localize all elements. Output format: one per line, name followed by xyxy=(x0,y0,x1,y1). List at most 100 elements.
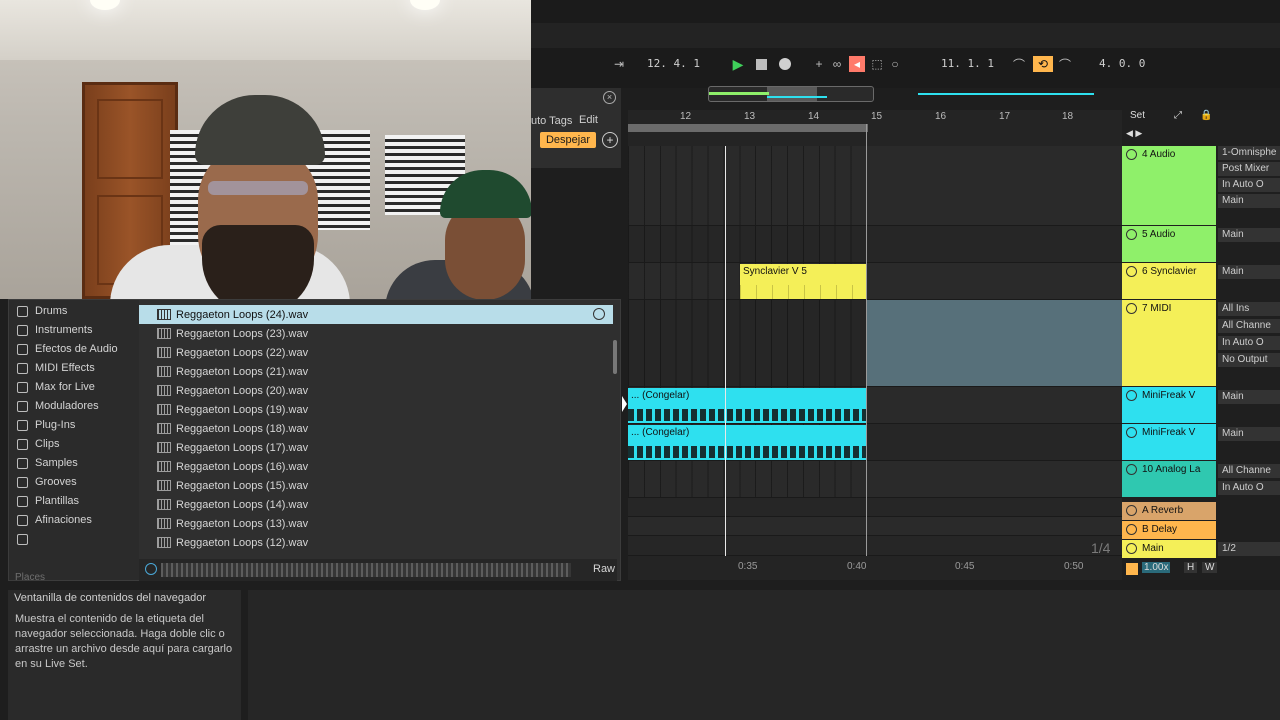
arrow-left-icon[interactable]: ◀ ▶ xyxy=(1126,128,1142,139)
track-header-10-analog[interactable]: 10 Analog La xyxy=(1122,461,1216,497)
track-header-6-synclavier[interactable]: 6 Synclavier xyxy=(1122,263,1216,299)
preview-play-icon[interactable] xyxy=(145,563,157,575)
clip-congelar-1[interactable]: ... (Congelar) xyxy=(628,388,866,423)
place-grooves[interactable]: Grooves xyxy=(17,474,77,490)
file-row[interactable]: Reggaeton Loops (22).wav xyxy=(139,343,613,362)
file-row[interactable]: Reggaeton Loops (16).wav xyxy=(139,457,613,476)
file-row[interactable]: Reggaeton Loops (13).wav xyxy=(139,514,613,533)
fold-icon[interactable] xyxy=(1126,149,1137,160)
bar-ruler[interactable]: 12 13 14 15 16 17 18 xyxy=(628,110,1122,124)
auto-tags-label[interactable]: uto Tags xyxy=(531,115,572,127)
place-audio-effects[interactable]: Efectos de Audio xyxy=(17,341,118,357)
song-position[interactable]: 12. 4. 1 xyxy=(647,57,700,70)
place-clips[interactable]: Clips xyxy=(17,436,59,452)
track-io[interactable]: Main xyxy=(1218,390,1280,404)
file-row[interactable]: Reggaeton Loops (19).wav xyxy=(139,400,613,419)
play-button[interactable]: ▶ xyxy=(730,56,746,72)
track-io[interactable]: 1-Omnisphe xyxy=(1218,146,1280,160)
fold-icon[interactable] xyxy=(1126,427,1137,438)
place-templates[interactable]: Plantillas xyxy=(17,493,79,509)
track-header-5-audio[interactable]: 5 Audio xyxy=(1122,226,1216,262)
file-row[interactable]: Reggaeton Loops (12).wav xyxy=(139,533,613,552)
fold-icon[interactable] xyxy=(1126,505,1137,516)
lock-icon[interactable]: 🔒 xyxy=(1200,110,1212,121)
place-instruments[interactable]: Instruments xyxy=(17,322,92,338)
midi-region-highlight[interactable] xyxy=(866,300,1122,386)
place-plugins[interactable]: Plug-Ins xyxy=(17,417,75,433)
track-header-4-audio[interactable]: 4 Audio xyxy=(1122,146,1216,225)
hotswap-icon[interactable] xyxy=(593,308,605,320)
track-io[interactable]: In Auto O xyxy=(1218,481,1280,495)
place-max-for-live[interactable]: Max for Live xyxy=(17,379,95,395)
track-header-a-reverb[interactable]: A Reverb xyxy=(1122,502,1216,520)
track-lane-10-analog[interactable] xyxy=(628,461,1122,498)
re-enable-automation-icon[interactable]: ◂ xyxy=(849,56,865,72)
track-header-7-midi[interactable]: 7 MIDI xyxy=(1122,300,1216,386)
session-record-icon[interactable]: ○ xyxy=(887,56,903,72)
place-midi-effects[interactable]: MIDI Effects xyxy=(17,360,95,376)
track-io[interactable]: All Channe xyxy=(1218,319,1280,333)
place-extra[interactable] xyxy=(17,531,28,547)
follow-icon[interactable]: ⇥ xyxy=(611,56,627,72)
stop-button[interactable] xyxy=(753,56,769,72)
file-list-scrollbar[interactable] xyxy=(613,340,617,374)
track-io[interactable]: In Auto O xyxy=(1218,178,1280,192)
track-lane-6-synclavier[interactable] xyxy=(628,263,1122,300)
place-modulators[interactable]: Moduladores xyxy=(17,398,99,414)
track-io[interactable]: In Auto O xyxy=(1218,336,1280,350)
place-tunings[interactable]: Afinaciones xyxy=(17,512,92,528)
fold-icon[interactable] xyxy=(1126,229,1137,240)
track-io[interactable]: Main xyxy=(1218,228,1280,242)
file-row[interactable]: Reggaeton Loops (18).wav xyxy=(139,419,613,438)
track-io[interactable]: Post Mixer xyxy=(1218,162,1280,176)
track-lane-a-reverb[interactable] xyxy=(628,498,1122,517)
track-lane-5-audio[interactable] xyxy=(628,226,1122,263)
loop-start[interactable]: 11. 1. 1 xyxy=(941,57,994,70)
file-row-selected[interactable]: Reggaeton Loops (24).wav xyxy=(139,305,613,324)
record-button[interactable] xyxy=(777,56,793,72)
w-toggle[interactable]: W xyxy=(1202,562,1218,573)
preview-waveform[interactable] xyxy=(161,563,571,577)
time-ruler[interactable]: 0:35 0:40 0:45 0:50 xyxy=(628,558,1122,580)
track-io[interactable]: 1/2 xyxy=(1218,542,1280,556)
loop-length[interactable]: 4. 0. 0 xyxy=(1099,57,1145,70)
automation-arm-icon[interactable]: ∞ xyxy=(829,56,845,72)
fold-icon[interactable] xyxy=(1126,464,1137,475)
clip-synclavier[interactable]: Synclavier V 5 xyxy=(740,264,866,299)
fold-icon[interactable] xyxy=(1126,266,1137,277)
track-io[interactable]: Main xyxy=(1218,427,1280,441)
track-io[interactable]: Main xyxy=(1218,194,1280,208)
file-row[interactable]: Reggaeton Loops (23).wav xyxy=(139,324,613,343)
set-button[interactable]: Set xyxy=(1130,110,1145,121)
track-header-minifreak-1[interactable]: MiniFreak V xyxy=(1122,387,1216,423)
capture-icon[interactable]: ⬚ xyxy=(869,56,885,72)
fold-icon[interactable] xyxy=(1126,543,1137,554)
overdub-icon[interactable]: + xyxy=(811,56,827,72)
fold-icon[interactable] xyxy=(1126,303,1137,314)
fold-icon[interactable] xyxy=(1126,390,1137,401)
file-row[interactable]: Reggaeton Loops (17).wav xyxy=(139,438,613,457)
clear-button[interactable]: Despejar xyxy=(540,132,596,148)
raw-toggle[interactable]: Raw xyxy=(593,563,615,575)
fold-icon[interactable] xyxy=(1126,524,1137,535)
track-io[interactable]: Main xyxy=(1218,265,1280,279)
arrangement-overview[interactable] xyxy=(708,86,874,102)
place-drums[interactable]: Drums xyxy=(17,303,67,319)
track-io[interactable]: No Output xyxy=(1218,353,1280,367)
add-tag-icon[interactable]: + xyxy=(602,132,618,148)
track-header-main[interactable]: Main xyxy=(1122,540,1216,558)
track-lane-4-audio[interactable] xyxy=(628,146,1122,226)
loop-switch-icon[interactable]: ⟲ xyxy=(1033,56,1053,72)
punch-in-icon[interactable]: ⌒ xyxy=(1011,56,1027,72)
close-icon[interactable]: × xyxy=(603,91,616,104)
loop-brace[interactable] xyxy=(628,124,868,132)
track-header-b-delay[interactable]: B Delay xyxy=(1122,521,1216,539)
edit-tags-button[interactable]: Edit xyxy=(579,114,598,126)
track-lane-main[interactable] xyxy=(628,536,1122,556)
meter-icon[interactable] xyxy=(1126,563,1138,575)
h-toggle[interactable]: H xyxy=(1184,562,1198,573)
punch-out-icon[interactable]: ⌒ xyxy=(1057,56,1073,72)
track-lane-b-delay[interactable] xyxy=(628,517,1122,536)
file-row[interactable]: Reggaeton Loops (21).wav xyxy=(139,362,613,381)
expand-icon[interactable]: ⤢ xyxy=(1174,110,1182,121)
